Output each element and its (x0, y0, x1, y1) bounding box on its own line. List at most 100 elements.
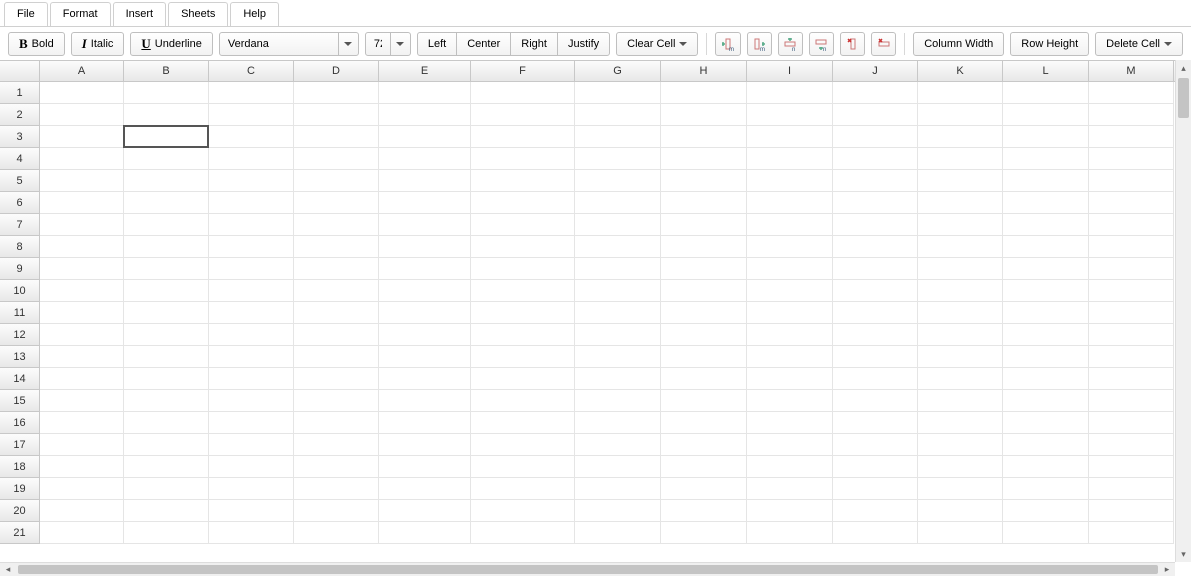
font-size-select[interactable] (365, 32, 411, 56)
delete-row-button[interactable] (871, 32, 896, 56)
column-width-button[interactable]: Column Width (913, 32, 1004, 56)
cell-D4[interactable] (294, 148, 379, 170)
font-name-caret[interactable] (338, 33, 358, 55)
cell-H17[interactable] (661, 434, 747, 456)
cell-M13[interactable] (1089, 346, 1174, 368)
cell-M19[interactable] (1089, 478, 1174, 500)
underline-button[interactable]: U Underline (130, 32, 212, 56)
cell-I8[interactable] (747, 236, 833, 258)
cell-J7[interactable] (833, 214, 918, 236)
cell-M18[interactable] (1089, 456, 1174, 478)
cell-C19[interactable] (209, 478, 294, 500)
cell-B7[interactable] (124, 214, 209, 236)
cell-K15[interactable] (918, 390, 1003, 412)
cell-A6[interactable] (40, 192, 124, 214)
cell-F6[interactable] (471, 192, 575, 214)
cell-L15[interactable] (1003, 390, 1089, 412)
cell-K1[interactable] (918, 82, 1003, 104)
cell-G15[interactable] (575, 390, 661, 412)
cell-M4[interactable] (1089, 148, 1174, 170)
row-header-10[interactable]: 10 (0, 280, 40, 302)
cell-K4[interactable] (918, 148, 1003, 170)
cell-G11[interactable] (575, 302, 661, 324)
cell-E9[interactable] (379, 258, 471, 280)
horizontal-scroll-thumb[interactable] (18, 565, 1158, 574)
cell-H12[interactable] (661, 324, 747, 346)
cell-C2[interactable] (209, 104, 294, 126)
cell-C9[interactable] (209, 258, 294, 280)
cell-A21[interactable] (40, 522, 124, 544)
cell-J16[interactable] (833, 412, 918, 434)
cell-E5[interactable] (379, 170, 471, 192)
column-header-G[interactable]: G (575, 61, 661, 81)
cell-K14[interactable] (918, 368, 1003, 390)
cell-F12[interactable] (471, 324, 575, 346)
cell-J5[interactable] (833, 170, 918, 192)
row-header-14[interactable]: 14 (0, 368, 40, 390)
cell-C20[interactable] (209, 500, 294, 522)
cell-D14[interactable] (294, 368, 379, 390)
italic-button[interactable]: I Italic (71, 32, 125, 56)
cell-G18[interactable] (575, 456, 661, 478)
cell-B18[interactable] (124, 456, 209, 478)
cell-B2[interactable] (124, 104, 209, 126)
align-left-button[interactable]: Left (417, 32, 457, 56)
cell-G8[interactable] (575, 236, 661, 258)
scroll-up-arrow[interactable]: ▴ (1176, 60, 1191, 76)
select-all-corner[interactable] (0, 61, 40, 81)
cell-E7[interactable] (379, 214, 471, 236)
cell-G2[interactable] (575, 104, 661, 126)
cell-J19[interactable] (833, 478, 918, 500)
cell-E13[interactable] (379, 346, 471, 368)
cell-L9[interactable] (1003, 258, 1089, 280)
cell-D7[interactable] (294, 214, 379, 236)
cell-K2[interactable] (918, 104, 1003, 126)
cell-G21[interactable] (575, 522, 661, 544)
cell-K16[interactable] (918, 412, 1003, 434)
cell-L1[interactable] (1003, 82, 1089, 104)
cell-H4[interactable] (661, 148, 747, 170)
row-header-11[interactable]: 11 (0, 302, 40, 324)
cell-B12[interactable] (124, 324, 209, 346)
cell-J4[interactable] (833, 148, 918, 170)
cell-C16[interactable] (209, 412, 294, 434)
cell-I7[interactable] (747, 214, 833, 236)
row-header-17[interactable]: 17 (0, 434, 40, 456)
cell-E10[interactable] (379, 280, 471, 302)
cell-H18[interactable] (661, 456, 747, 478)
cell-A20[interactable] (40, 500, 124, 522)
cell-F2[interactable] (471, 104, 575, 126)
cell-M5[interactable] (1089, 170, 1174, 192)
cell-L14[interactable] (1003, 368, 1089, 390)
insert-column-left-button[interactable]: m (715, 32, 740, 56)
cell-C14[interactable] (209, 368, 294, 390)
cell-A18[interactable] (40, 456, 124, 478)
row-header-21[interactable]: 21 (0, 522, 40, 544)
cell-C7[interactable] (209, 214, 294, 236)
cell-K12[interactable] (918, 324, 1003, 346)
delete-cell-button[interactable]: Delete Cell (1095, 32, 1183, 56)
cell-G5[interactable] (575, 170, 661, 192)
cell-A9[interactable] (40, 258, 124, 280)
cell-E4[interactable] (379, 148, 471, 170)
cell-E1[interactable] (379, 82, 471, 104)
cell-L17[interactable] (1003, 434, 1089, 456)
column-header-A[interactable]: A (40, 61, 124, 81)
cell-I15[interactable] (747, 390, 833, 412)
vertical-scrollbar[interactable]: ▴ ▾ (1175, 60, 1191, 562)
cell-D11[interactable] (294, 302, 379, 324)
cell-H10[interactable] (661, 280, 747, 302)
cell-D1[interactable] (294, 82, 379, 104)
cell-I11[interactable] (747, 302, 833, 324)
cell-B13[interactable] (124, 346, 209, 368)
row-header-9[interactable]: 9 (0, 258, 40, 280)
cell-E19[interactable] (379, 478, 471, 500)
cell-B11[interactable] (124, 302, 209, 324)
cell-A7[interactable] (40, 214, 124, 236)
row-height-button[interactable]: Row Height (1010, 32, 1089, 56)
cell-F5[interactable] (471, 170, 575, 192)
cell-J17[interactable] (833, 434, 918, 456)
cell-I1[interactable] (747, 82, 833, 104)
cell-K10[interactable] (918, 280, 1003, 302)
insert-column-right-button[interactable]: m (747, 32, 772, 56)
